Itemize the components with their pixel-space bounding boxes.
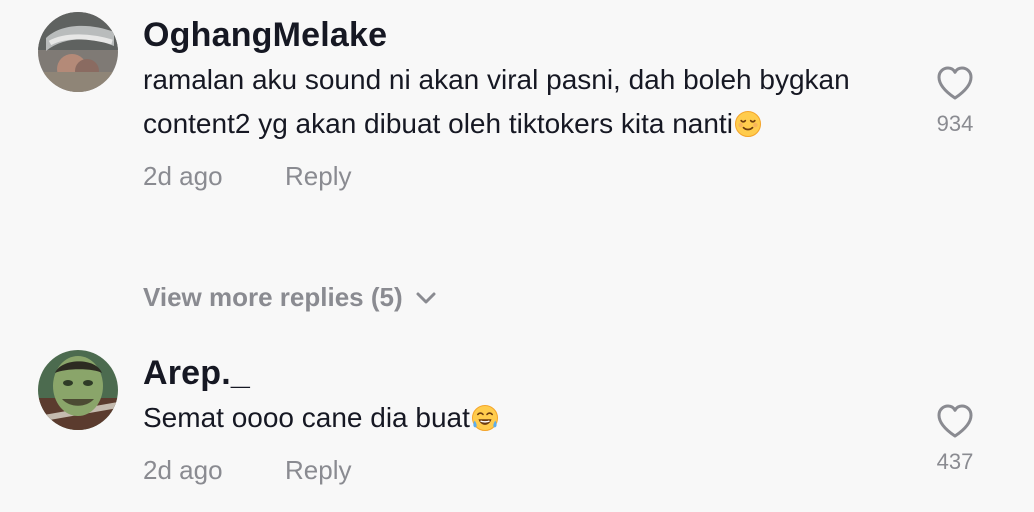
heart-outline-icon[interactable] [935,402,975,439]
avatar[interactable] [38,12,118,92]
comment-text: Semat oooo cane dia buat [143,396,883,440]
avatar[interactable] [38,350,118,430]
avatar-image [38,350,118,430]
view-more-replies-label: View more replies (5) [143,282,403,312]
comment-meta-row: 2d ago Reply [143,448,883,492]
chevron-down-icon [416,292,436,303]
reply-button[interactable]: Reply [285,161,351,192]
view-more-replies-button[interactable]: View more replies (5) [143,282,437,313]
comment-body: OghangMelake ramalan aku sound ni akan v… [143,12,883,198]
avatar-image [38,12,118,92]
comment-username[interactable]: Arep._ [143,350,883,396]
comment-meta-row: 2d ago Reply [143,154,883,198]
relieved-face-emoji-icon [734,111,761,137]
comment-text: ramalan aku sound ni akan viral pasni, d… [143,58,883,146]
comment-body: Arep._ Semat oooo cane dia buat 2d ago R… [143,350,883,492]
like-count: 437 [936,449,974,474]
like-control[interactable]: 934 [930,64,980,137]
tears-of-joy-emoji-icon [471,405,498,431]
reply-button[interactable]: Reply [285,455,351,486]
comment-username[interactable]: OghangMelake [143,12,883,58]
comment-timestamp: 2d ago [143,160,223,191]
comment-timestamp: 2d ago [143,454,223,485]
comment-text-content: Semat oooo cane dia buat [143,402,470,433]
like-count: 934 [936,111,974,136]
like-control[interactable]: 437 [930,402,980,475]
comment-thread: OghangMelake ramalan aku sound ni akan v… [0,0,1034,512]
heart-outline-icon[interactable] [935,64,975,101]
